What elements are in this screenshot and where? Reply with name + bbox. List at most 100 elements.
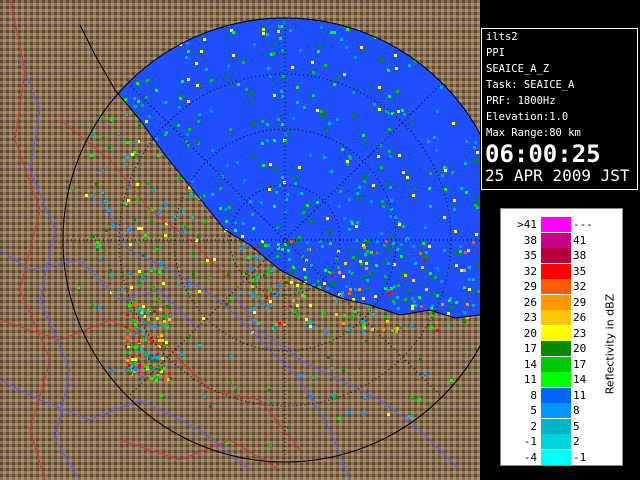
echo-pixel <box>387 413 390 416</box>
echo-pixel <box>429 205 432 208</box>
echo-pixel <box>350 316 353 319</box>
echo-pixel <box>296 314 299 317</box>
echo-pixel <box>190 194 193 197</box>
echo-pixel <box>257 295 260 298</box>
echo-pixel <box>348 228 351 231</box>
echo-pixel <box>165 324 168 327</box>
echo-pixel <box>472 304 475 307</box>
echo-pixel <box>261 120 264 123</box>
echo-pixel <box>338 205 341 208</box>
echo-pixel <box>142 330 145 333</box>
echo-pixel <box>125 202 128 205</box>
echo-pixel <box>468 278 471 281</box>
echo-pixel <box>137 100 140 103</box>
echo-pixel <box>229 381 232 384</box>
echo-pixel <box>124 98 127 101</box>
echo-pixel <box>429 272 432 275</box>
echo-pixel <box>160 394 163 397</box>
radar-ppi-display[interactable] <box>0 0 480 480</box>
echo-pixel <box>126 141 129 144</box>
echo-pixel <box>134 346 137 349</box>
echo-pixel <box>268 389 271 392</box>
echo-pixel <box>85 194 88 197</box>
echo-pixel <box>197 235 200 238</box>
echo-pixel <box>141 376 144 379</box>
echo-pixel <box>348 270 351 273</box>
echo-pixel <box>146 354 149 357</box>
echo-pixel <box>354 288 357 291</box>
echo-pixel <box>323 156 326 159</box>
echo-pixel <box>363 246 366 249</box>
echo-pixel <box>476 199 479 202</box>
echo-pixel <box>247 256 250 259</box>
echo-pixel <box>398 223 401 226</box>
echo-pixel <box>299 49 302 52</box>
echo-pixel <box>397 110 400 113</box>
legend-row: 25 <box>501 418 622 434</box>
echo-pixel <box>252 227 255 230</box>
legend-high-value: --- <box>573 218 593 231</box>
echo-pixel <box>378 86 381 89</box>
echo-pixel <box>131 153 134 156</box>
echo-pixel <box>127 199 130 202</box>
echo-pixel <box>329 242 332 245</box>
echo-pixel <box>177 124 180 127</box>
echo-pixel <box>335 313 338 316</box>
echo-pixel <box>308 320 311 323</box>
radar-info-panel: ilts2 PPI SEAICE_A_Z Task: SEAICE_A PRF:… <box>481 28 638 190</box>
echo-pixel <box>269 163 272 166</box>
echo-pixel <box>252 294 255 297</box>
echo-pixel <box>300 374 303 377</box>
echo-pixel <box>153 368 156 371</box>
echo-pixel <box>290 281 293 284</box>
echo-pixel <box>330 170 333 173</box>
echo-pixel <box>436 294 439 297</box>
echo-pixel <box>311 376 314 379</box>
legend-low-value: 14 <box>523 357 537 371</box>
echo-pixel <box>396 248 399 251</box>
echo-pixel <box>134 105 137 108</box>
echo-pixel <box>130 365 133 368</box>
echo-pixel <box>264 244 267 247</box>
echo-pixel <box>108 146 111 149</box>
echo-pixel <box>477 290 480 293</box>
echo-pixel <box>430 293 433 296</box>
echo-pixel <box>253 43 256 46</box>
echo-pixel <box>406 176 409 179</box>
echo-pixel <box>326 287 329 290</box>
echo-pixel <box>186 42 189 45</box>
echo-pixel <box>323 286 326 289</box>
echo-pixel <box>187 144 190 147</box>
echo-pixel <box>153 306 156 309</box>
legend-color-swatch <box>541 325 571 341</box>
echo-pixel <box>364 397 367 400</box>
echo-pixel <box>408 415 411 418</box>
echo-pixel <box>251 279 254 282</box>
echo-pixel <box>312 94 315 97</box>
echo-pixel <box>230 297 233 300</box>
echo-pixel <box>273 43 276 46</box>
echo-pixel <box>158 368 161 371</box>
echo-pixel <box>303 268 306 271</box>
echo-pixel <box>219 187 222 190</box>
echo-pixel <box>399 326 402 329</box>
echo-pixel <box>143 321 146 324</box>
echo-pixel <box>394 54 397 57</box>
echo-pixel <box>296 240 299 243</box>
echo-pixel <box>110 118 113 121</box>
echo-pixel <box>281 49 284 52</box>
echo-pixel <box>91 194 94 197</box>
echo-pixel <box>296 86 299 89</box>
echo-pixel <box>134 368 137 371</box>
echo-pixel <box>411 305 414 308</box>
echo-pixel <box>145 120 148 123</box>
echo-pixel <box>435 149 438 152</box>
echo-pixel <box>187 50 190 53</box>
echo-pixel <box>393 285 396 288</box>
echo-pixel <box>382 205 385 208</box>
echo-pixel <box>138 364 141 367</box>
echo-pixel <box>211 193 214 196</box>
legend-high-value: -1 <box>573 450 587 464</box>
legend-low-value: 26 <box>523 295 537 309</box>
echo-pixel <box>356 192 359 195</box>
